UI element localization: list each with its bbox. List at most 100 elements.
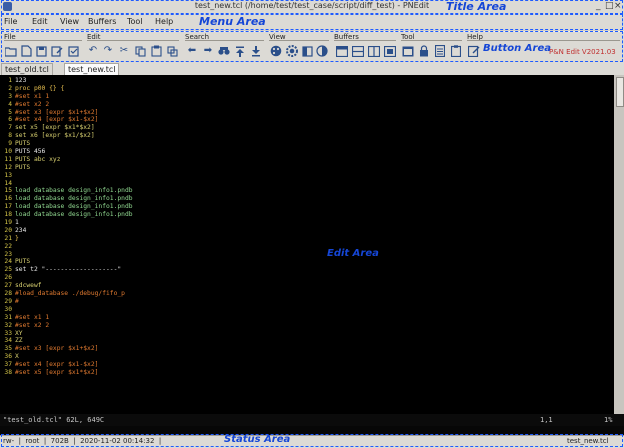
line-number: 7 — [8, 124, 12, 132]
line-number: 24 — [4, 258, 12, 266]
line-number: 38 — [4, 368, 12, 376]
line-text: PUTS abc xyz — [15, 155, 61, 163]
line-number: 9 — [8, 140, 12, 148]
line-number: 23 — [4, 250, 12, 258]
line-text: load database design_info1.pndb — [15, 203, 133, 211]
code-line: 2 proc p00 {} { — [0, 85, 614, 93]
code-line: 1 123 — [0, 77, 614, 85]
line-number: 37 — [4, 361, 12, 369]
code-line: 3 #set x1 1 — [0, 93, 614, 101]
line-number: 18 — [4, 211, 12, 219]
editor-status-line: "test_old.tcl" 62L, 649C 1,1 1% — [0, 414, 624, 426]
line-text: #set x4 [expr $x1-$x2] — [15, 116, 99, 124]
code-line: 32 #set x2 2 — [0, 322, 614, 330]
menu-area-outline — [1, 14, 623, 30]
line-text: 123 — [15, 77, 27, 84]
line-number: 29 — [4, 297, 12, 305]
line-number: 33 — [4, 329, 12, 337]
scroll-percent: 1% — [604, 416, 613, 424]
line-text: #set x5 [expr $x1*$x2] — [15, 368, 99, 376]
line-text: #set x4 [expr $x1-$x2] — [15, 361, 99, 369]
edit-area-label: Edit Area — [327, 248, 379, 259]
line-number: 26 — [4, 274, 12, 282]
line-number: 13 — [4, 171, 12, 179]
line-number: 3 — [8, 92, 12, 100]
title-area-label: Title Area — [446, 0, 507, 13]
line-number: 4 — [8, 100, 12, 108]
code-line: 9 PUTS — [0, 140, 614, 148]
line-number: 27 — [4, 282, 12, 290]
code-line: 27 sdcwewf — [0, 282, 614, 290]
code-line: 8 set x6 [expr $x1/$x2] — [0, 132, 614, 140]
line-text: proc p00 {} { — [15, 84, 65, 92]
line-text: sdcwewf — [15, 282, 42, 290]
line-number: 32 — [4, 321, 12, 329]
status-area-outline — [1, 434, 623, 447]
code-line: 13 — [0, 172, 614, 180]
edit-area[interactable]: 1 123 2 proc p00 {} {3 #set x1 1 4 #set x2 2 5 #… — [0, 75, 614, 414]
line-text: load database design_info1.pndb — [15, 211, 133, 219]
code-line: 11 PUTS abc xyz — [0, 156, 614, 164]
line-number: 6 — [8, 116, 12, 124]
line-text: set x5 [expr $x1*$x2] — [15, 124, 95, 132]
code-line: 28 #load_database ./debug/fifo_p — [0, 290, 614, 298]
code-line: 26 — [0, 274, 614, 282]
tab-bar: test_old.tcl test_new.tcl — [0, 62, 624, 76]
status-area-label: Status Area — [224, 434, 291, 445]
code-line: 35 #set x3 [expr $x1+$x2] — [0, 345, 614, 353]
code-line: 29 # — [0, 298, 614, 306]
line-text: ZZ — [15, 337, 23, 345]
line-number: 34 — [4, 337, 12, 345]
code-line: 23 — [0, 251, 614, 259]
line-text: #set x3 [expr $x1+$x2] — [15, 345, 99, 353]
line-text: PUTS — [15, 258, 31, 266]
code-line: 33 XY — [0, 330, 614, 338]
code-line: 20 234 — [0, 227, 614, 235]
line-number: 8 — [8, 132, 12, 140]
line-text: # — [15, 297, 19, 305]
line-number: 12 — [4, 163, 12, 171]
line-number: 10 — [4, 148, 12, 156]
code-line: 36 X — [0, 353, 614, 361]
code-line: 6 #set x4 [expr $x1-$x2] — [0, 116, 614, 124]
line-text: 1 — [15, 219, 19, 227]
line-text: PUTS — [15, 163, 31, 171]
line-text: 234 — [15, 226, 27, 234]
code-line: 5 #set x3 [expr $x1+$x2] — [0, 109, 614, 117]
line-number: 19 — [4, 219, 12, 227]
line-text: load database design_info1.pndb — [15, 195, 133, 203]
code-line: 18 load database design_info1.pndb — [0, 211, 614, 219]
code-line: 24 PUTS — [0, 258, 614, 266]
vertical-scrollbar[interactable] — [614, 75, 624, 414]
line-number: 22 — [4, 242, 12, 250]
title-area-outline — [1, 0, 623, 14]
line-number: 36 — [4, 353, 12, 361]
code-lines: 1 123 2 proc p00 {} {3 #set x1 1 4 #set x2 2 5 #… — [0, 77, 614, 377]
code-line: 22 — [0, 243, 614, 251]
code-line: 14 — [0, 180, 614, 188]
line-text: #set x2 2 — [15, 100, 50, 108]
code-line: 12 PUTS — [0, 164, 614, 172]
code-line: 15 load database design_info1.pndb — [0, 187, 614, 195]
scrollbar-thumb[interactable] — [616, 77, 624, 107]
line-number: 16 — [4, 195, 12, 203]
code-line: 30 — [0, 306, 614, 314]
line-number: 20 — [4, 226, 12, 234]
code-line: 19 1 — [0, 219, 614, 227]
code-line: 34 ZZ — [0, 337, 614, 345]
line-text: #set x1 1 — [15, 313, 50, 321]
code-line: 16 load database design_info1.pndb — [0, 195, 614, 203]
menu-area-label: Menu Area — [199, 15, 266, 28]
line-number: 11 — [4, 155, 12, 163]
code-line: 31 #set x1 1 — [0, 314, 614, 322]
code-line: 10 PUTS 456 — [0, 148, 614, 156]
line-number: 5 — [8, 108, 12, 116]
code-line: 17 load database design_info1.pndb — [0, 203, 614, 211]
line-number: 17 — [4, 203, 12, 211]
code-line: 38 #set x5 [expr $x1*$x2] — [0, 369, 614, 377]
code-line: 4 #set x2 2 — [0, 101, 614, 109]
line-text: #set x1 1 — [15, 92, 50, 100]
line-number: 31 — [4, 313, 12, 321]
line-text: } — [15, 234, 19, 242]
code-line: 37 #set x4 [expr $x1-$x2] — [0, 361, 614, 369]
